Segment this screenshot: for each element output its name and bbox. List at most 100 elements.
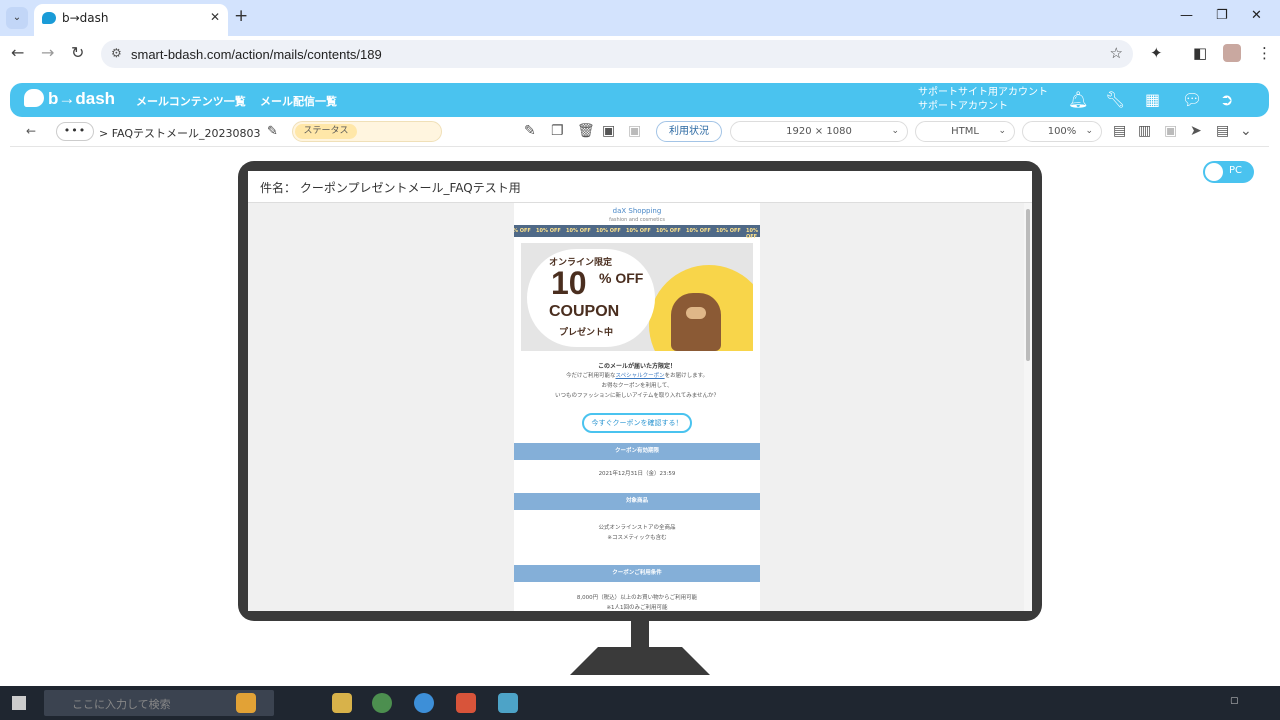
scroll-thumb[interactable] bbox=[1026, 209, 1030, 361]
chrome-icon[interactable] bbox=[372, 693, 392, 713]
preview-screen: 件名： クーポンプレゼントメール_FAQテスト用 daX Shopping fa… bbox=[248, 171, 1032, 611]
close-tab-icon[interactable]: ✕ bbox=[210, 10, 220, 24]
breadcrumb: > FAQテストメール_20230803 bbox=[99, 127, 261, 140]
edit-name-icon[interactable]: ✎ bbox=[267, 124, 278, 139]
logo-text: b→dash bbox=[48, 89, 116, 108]
reload-button[interactable]: ↻ bbox=[71, 43, 84, 62]
profile-avatar[interactable] bbox=[1223, 44, 1241, 62]
back-button[interactable]: ← bbox=[11, 43, 24, 62]
send-icon[interactable]: ➤ bbox=[1190, 123, 1202, 139]
taskbar-app-icon[interactable] bbox=[236, 693, 256, 713]
edge-icon[interactable] bbox=[414, 693, 434, 713]
logo[interactable]: b→dash bbox=[24, 89, 115, 109]
status-badge[interactable]: ステータス bbox=[292, 121, 442, 142]
body-line-1: 今だけご利用可能なスペシャルクーポンをお届けします。 bbox=[514, 371, 760, 381]
section-value: 8,000円（税込）以上のお買い物からご利用可能 bbox=[576, 595, 698, 601]
strip-label: 10% OFF bbox=[514, 228, 531, 234]
section-value: ※1人1回のみご利用可能 bbox=[606, 605, 668, 611]
nav-mail-contents[interactable]: メールコンテンツ一覧 bbox=[136, 93, 246, 109]
format-select[interactable]: HTML ⌄ bbox=[915, 121, 1015, 142]
device-label: PC bbox=[1229, 165, 1243, 176]
strip-label: 10% OFF bbox=[566, 228, 591, 234]
app-icon[interactable] bbox=[456, 693, 476, 713]
trash-icon[interactable]: 🗑︎ bbox=[577, 123, 595, 139]
check-coupon-button[interactable]: 今すぐクーポンを確認する！ bbox=[582, 413, 692, 433]
site-info-icon[interactable]: ⚙ bbox=[111, 46, 122, 60]
body-line-3: いつものファッションに新しいアイテムを取り入れてみませんか？ bbox=[554, 393, 720, 399]
app-header: b→dash メールコンテンツ一覧 メール配信一覧 サポートサイト用アカウント … bbox=[10, 83, 1269, 117]
chevron-down-icon: ⌄ bbox=[891, 126, 899, 136]
device-toggle[interactable]: PC bbox=[1203, 161, 1254, 183]
hero-off: % OFF bbox=[599, 270, 644, 286]
side-panel-icon[interactable]: ◧ bbox=[1193, 44, 1207, 62]
special-coupon-link[interactable]: スペシャルクーポン bbox=[615, 373, 664, 379]
usage-status-button[interactable]: 利用状況 bbox=[656, 121, 722, 142]
bell-icon[interactable]: 🔔︎ bbox=[1068, 90, 1088, 109]
tab-search-button[interactable]: ⌄ bbox=[6, 7, 28, 29]
maximize-button[interactable]: ❐ bbox=[1216, 8, 1228, 23]
file-explorer-icon[interactable] bbox=[332, 693, 352, 713]
new-tab-button[interactable]: + bbox=[234, 6, 248, 26]
coupon-hero-image: オンライン限定 10 % OFF COUPON プレゼント中 bbox=[521, 243, 753, 351]
minimize-button[interactable]: — bbox=[1180, 8, 1193, 23]
wrench-icon[interactable]: 🔧︎ bbox=[1105, 90, 1125, 109]
status-label: ステータス bbox=[295, 124, 357, 139]
chevron-down-icon: ⌄ bbox=[1085, 126, 1093, 136]
zoom-select[interactable]: 100% ⌄ bbox=[1022, 121, 1102, 142]
app-icon[interactable] bbox=[498, 693, 518, 713]
resolution-select[interactable]: 1920 × 1080 ⌄ bbox=[730, 121, 908, 142]
email-preview[interactable]: daX Shopping fashion and cosmetics 10% O… bbox=[514, 203, 760, 611]
edit-icon[interactable]: ✎ bbox=[524, 123, 536, 139]
editor-toolbar: ← ••• > FAQテストメール_20230803 ✎ ステータス ✎ ❐ 🗑… bbox=[10, 117, 1269, 147]
resolution-value: 1920 × 1080 bbox=[786, 126, 852, 137]
chevron-down-icon: ⌄ bbox=[998, 126, 1006, 136]
notification-icon[interactable]: ▢ bbox=[1230, 696, 1239, 706]
tab-title: b→dash bbox=[62, 11, 109, 25]
back-arrow-icon[interactable]: ← bbox=[26, 124, 36, 138]
preview-scrollbar[interactable] bbox=[1024, 203, 1032, 611]
windows-start-icon[interactable] bbox=[12, 696, 26, 710]
extensions-icon[interactable]: ✦ bbox=[1150, 44, 1163, 62]
address-bar[interactable]: ⚙ smart-bdash.com/action/mails/contents/… bbox=[101, 40, 1133, 68]
section-header: 対象商品 bbox=[514, 493, 760, 510]
account-info[interactable]: サポートサイト用アカウント サポートアカウント bbox=[918, 86, 1048, 114]
chat-icon[interactable]: 💬︎ bbox=[1182, 90, 1202, 109]
hero-coupon: COUPON bbox=[549, 303, 620, 320]
unarchive-icon[interactable]: ▣ bbox=[628, 123, 641, 139]
strip-label: 10% OFF bbox=[626, 228, 651, 234]
strip-label: 10% OFF bbox=[596, 228, 621, 234]
bookmark-star-icon[interactable]: ☆ bbox=[1110, 44, 1123, 62]
url-text[interactable]: smart-bdash.com/action/mails/contents/18… bbox=[131, 47, 382, 62]
clipboard-icon[interactable]: ▥ bbox=[1138, 123, 1151, 139]
section-value: 2021年12月31日（金）23:59 bbox=[598, 471, 676, 477]
browser-tab[interactable]: b→dash ✕ bbox=[34, 4, 228, 36]
more-breadcrumb-button[interactable]: ••• bbox=[56, 122, 94, 141]
strip-label: 10% OFF bbox=[536, 228, 561, 234]
format-value: HTML bbox=[951, 126, 979, 137]
grid-icon[interactable]: ▦ bbox=[1145, 90, 1160, 109]
strip-label: 10% OFF bbox=[686, 228, 711, 234]
document-icon[interactable]: ▤ bbox=[1216, 123, 1229, 139]
body-text: をお届けします。 bbox=[664, 373, 709, 379]
logo-icon bbox=[24, 89, 44, 107]
logout-icon[interactable]: ➲ bbox=[1220, 90, 1233, 109]
os-taskbar: ここに入力して検索 ▢ bbox=[0, 686, 1280, 720]
email-lead: このメールが届いた方限定！ bbox=[597, 363, 676, 370]
account-line-2: サポートアカウント bbox=[918, 101, 1008, 112]
close-window-button[interactable]: ✕ bbox=[1251, 8, 1262, 23]
section-header: クーポンご利用条件 bbox=[514, 565, 760, 582]
zoom-value: 100% bbox=[1047, 126, 1077, 137]
html-file-icon[interactable]: ▤ bbox=[1113, 123, 1126, 139]
nav-mail-delivery[interactable]: メール配信一覧 bbox=[260, 93, 337, 109]
chrome-menu-icon[interactable]: ⋮ bbox=[1257, 44, 1272, 62]
section-header: クーポン有効期限 bbox=[514, 443, 760, 460]
user-card-icon[interactable]: ▣ bbox=[1164, 123, 1177, 139]
archive-icon[interactable]: ▣ bbox=[602, 123, 615, 139]
copy-icon[interactable]: ❐ bbox=[551, 123, 564, 139]
monitor-neck bbox=[631, 621, 649, 647]
forward-button[interactable]: → bbox=[41, 43, 54, 62]
search-placeholder: ここに入力して検索 bbox=[72, 698, 171, 711]
expand-chevron-icon[interactable]: ⌄ bbox=[1240, 123, 1252, 139]
bear-face bbox=[686, 307, 706, 319]
bear-illustration bbox=[671, 293, 721, 351]
